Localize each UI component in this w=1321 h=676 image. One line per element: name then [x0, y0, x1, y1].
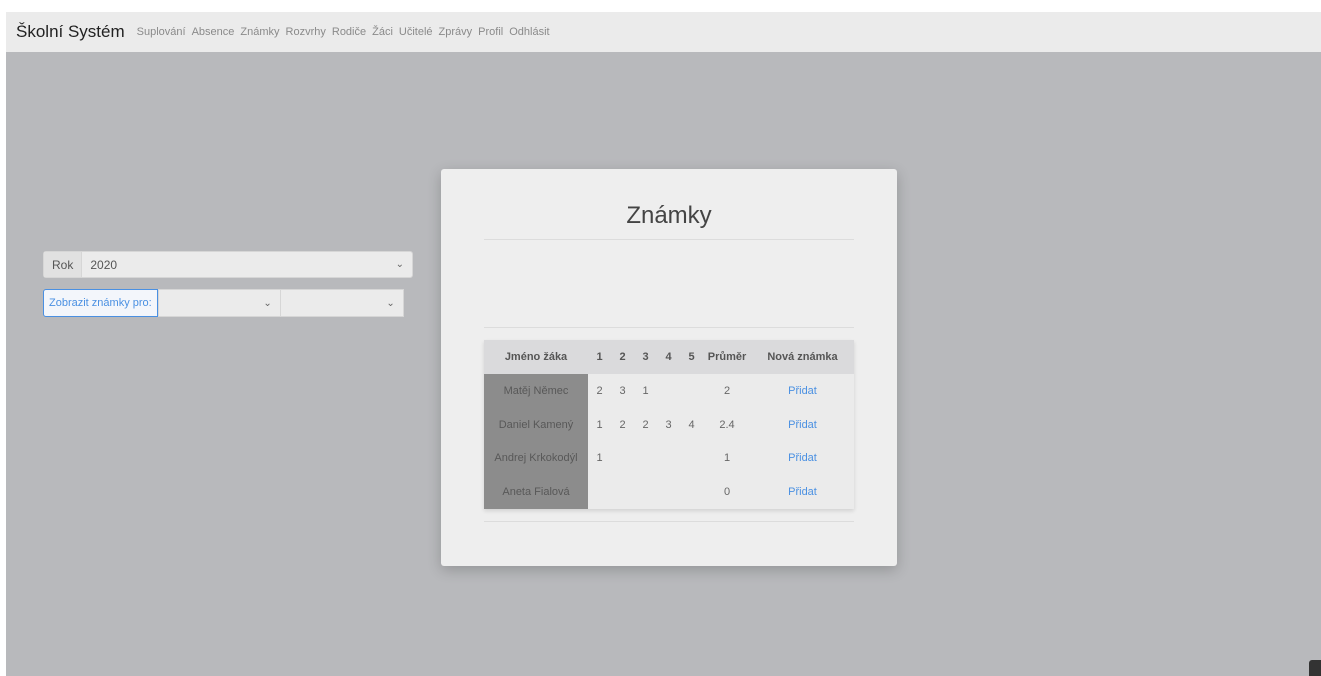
year-select[interactable]: Rok 2020 ⌄: [43, 251, 413, 278]
navbar: Školní Systém Suplování Absence Známky R…: [6, 12, 1321, 52]
col-header-new-grade: Nová známka: [751, 340, 854, 374]
add-grade-link[interactable]: Přidat: [788, 419, 817, 431]
grade-cell: [611, 475, 634, 509]
grade-cell: 1: [588, 441, 611, 476]
table-row: Matěj Němec 2 3 1 2 Přidat: [484, 374, 854, 408]
nav-link-znamky[interactable]: Známky: [240, 26, 279, 38]
year-value: 2020: [90, 257, 118, 272]
student-name: Andrej Krkokodýl: [484, 441, 588, 476]
grades-table: Jméno žáka 1 2 3 4 5 Průměr Nová známka …: [484, 340, 854, 509]
grade-cell: 1: [588, 407, 611, 442]
divider: [484, 521, 854, 522]
corner-widget-icon[interactable]: [1309, 660, 1321, 676]
chevron-down-icon: ⌄: [395, 259, 404, 270]
grade-cell: [680, 374, 703, 408]
table-row: Andrej Krkokodýl 1 1 Přidat: [484, 441, 854, 476]
col-header-1: 1: [588, 340, 611, 374]
nav-link-absence[interactable]: Absence: [192, 26, 235, 38]
brand[interactable]: Školní Systém: [16, 22, 125, 42]
divider: [484, 239, 854, 240]
col-header-5: 5: [680, 340, 703, 374]
col-header-2: 2: [611, 340, 634, 374]
divider: [484, 327, 854, 328]
nav-link-odhlasit[interactable]: Odhlásit: [509, 26, 549, 38]
average-cell: 2.4: [703, 407, 751, 442]
grade-cell: 3: [611, 374, 634, 408]
chevron-down-icon: ⌄: [263, 297, 272, 309]
grade-cell: [611, 441, 634, 476]
grade-cell: 2: [634, 407, 657, 442]
student-name: Daniel Kamený: [484, 407, 588, 442]
student-name: Matěj Němec: [484, 374, 588, 408]
average-cell: 2: [703, 374, 751, 408]
nav-link-rozvrhy[interactable]: Rozvrhy: [286, 26, 326, 38]
nav-link-zaci[interactable]: Žáci: [372, 26, 393, 38]
subject-select[interactable]: ⌄: [280, 289, 404, 317]
grade-cell: 4: [680, 407, 703, 442]
table-header-row: Jméno žáka 1 2 3 4 5 Průměr Nová známka: [484, 340, 854, 374]
add-grade-cell: Přidat: [751, 475, 854, 509]
col-header-4: 4: [657, 340, 680, 374]
col-header-3: 3: [634, 340, 657, 374]
add-grade-link[interactable]: Přidat: [788, 452, 817, 464]
nav-link-suplovani[interactable]: Suplování: [137, 26, 186, 38]
grade-cell: [634, 441, 657, 476]
chevron-down-icon: ⌄: [386, 297, 395, 309]
year-label: Rok: [44, 252, 83, 277]
filter-row: Zobrazit známky pro: ⌄ ⌄: [43, 289, 413, 317]
nav-link-ucitele[interactable]: Učitelé: [399, 26, 433, 38]
average-cell: 0: [703, 475, 751, 509]
show-grades-button[interactable]: Zobrazit známky pro:: [43, 289, 158, 317]
grade-cell: 2: [611, 407, 634, 442]
grade-cell: [680, 441, 703, 476]
table-row: Daniel Kamený 1 2 2 3 4 2.4 Přidat: [484, 407, 854, 442]
grade-cell: [657, 475, 680, 509]
grade-cell: [634, 475, 657, 509]
add-grade-cell: Přidat: [751, 374, 854, 408]
col-header-average: Průměr: [703, 340, 751, 374]
add-grade-link[interactable]: Přidat: [788, 385, 817, 397]
add-grade-link[interactable]: Přidat: [788, 486, 817, 498]
grade-cell: 1: [634, 374, 657, 408]
nav-link-zpravy[interactable]: Zprávy: [439, 26, 473, 38]
add-grade-cell: Přidat: [751, 407, 854, 442]
add-grade-cell: Přidat: [751, 441, 854, 476]
nav-link-rodice[interactable]: Rodiče: [332, 26, 366, 38]
col-header-name: Jméno žáka: [484, 340, 588, 374]
class-select[interactable]: ⌄: [157, 289, 281, 317]
student-name: Aneta Fialová: [484, 475, 588, 509]
table-row: Aneta Fialová 0 Přidat: [484, 475, 854, 509]
grade-cell: [657, 374, 680, 408]
grade-cell: [588, 475, 611, 509]
grade-cell: 2: [588, 374, 611, 408]
nav-link-profil[interactable]: Profil: [478, 26, 503, 38]
average-cell: 1: [703, 441, 751, 476]
grade-cell: 3: [657, 407, 680, 442]
modal-title: Známky: [626, 202, 712, 229]
grade-cell: [680, 475, 703, 509]
grade-cell: [657, 441, 680, 476]
